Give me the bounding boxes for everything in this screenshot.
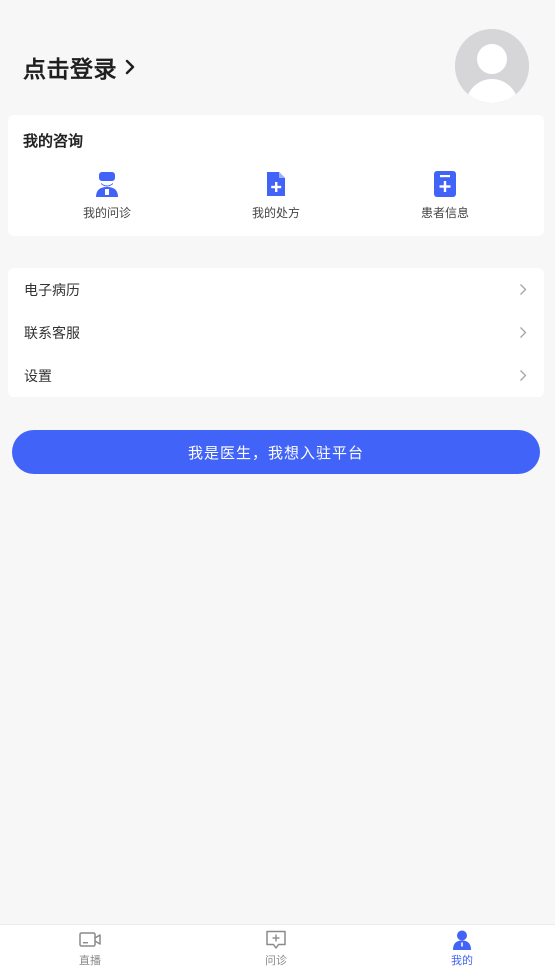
tab-live[interactable]: 直播 — [50, 930, 130, 968]
bottom-tab-bar: 直播 问诊 我的 — [0, 924, 555, 970]
menu-item-label: 设置 — [24, 369, 52, 385]
chevron-right-icon — [520, 327, 527, 338]
tab-consult-label: 问诊 — [265, 954, 287, 967]
my-prescriptions-button[interactable]: 我的处方 — [216, 170, 336, 221]
video-camera-icon — [79, 932, 101, 947]
avatar[interactable] — [455, 29, 529, 103]
menu-item-settings[interactable]: 设置 — [8, 354, 544, 397]
menu-item-customer-service[interactable]: 联系客服 — [8, 311, 544, 354]
doctor-icon — [96, 172, 118, 197]
login-label: 点击登录 — [23, 57, 117, 83]
chat-plus-icon — [266, 930, 286, 949]
menu-list: 电子病历 联系客服 设置 — [8, 268, 544, 397]
my-consultations-label: 我的问诊 — [82, 206, 131, 220]
patient-info-button[interactable]: 患者信息 — [385, 170, 505, 221]
my-consult-card: 我的咨询 我的问诊 我的处方 患者信息 — [8, 115, 544, 236]
my-prescriptions-label: 我的处方 — [251, 206, 300, 220]
consult-title: 我的咨询 — [23, 132, 84, 150]
menu-item-medical-records[interactable]: 电子病历 — [8, 268, 544, 311]
chevron-right-icon — [125, 59, 135, 75]
menu-item-label: 联系客服 — [24, 326, 80, 342]
default-user-avatar-icon — [455, 29, 529, 103]
user-icon — [453, 930, 471, 950]
tab-mine-label: 我的 — [451, 954, 473, 967]
chevron-right-icon — [520, 370, 527, 381]
tab-live-label: 直播 — [79, 954, 101, 967]
menu-item-label: 电子病历 — [24, 283, 80, 299]
my-consultations-button[interactable]: 我的问诊 — [47, 170, 167, 221]
patient-info-label: 患者信息 — [420, 206, 469, 220]
tab-consult[interactable]: 问诊 — [236, 930, 316, 968]
tab-mine[interactable]: 我的 — [422, 930, 502, 968]
doctor-join-button[interactable]: 我是医生，我想入驻平台 — [12, 430, 540, 474]
chevron-right-icon — [520, 284, 527, 295]
patient-record-icon — [434, 171, 456, 197]
profile-header: 点击登录 — [0, 0, 555, 112]
prescription-file-plus-icon — [267, 172, 285, 196]
login-link[interactable]: 点击登录 — [23, 48, 135, 86]
